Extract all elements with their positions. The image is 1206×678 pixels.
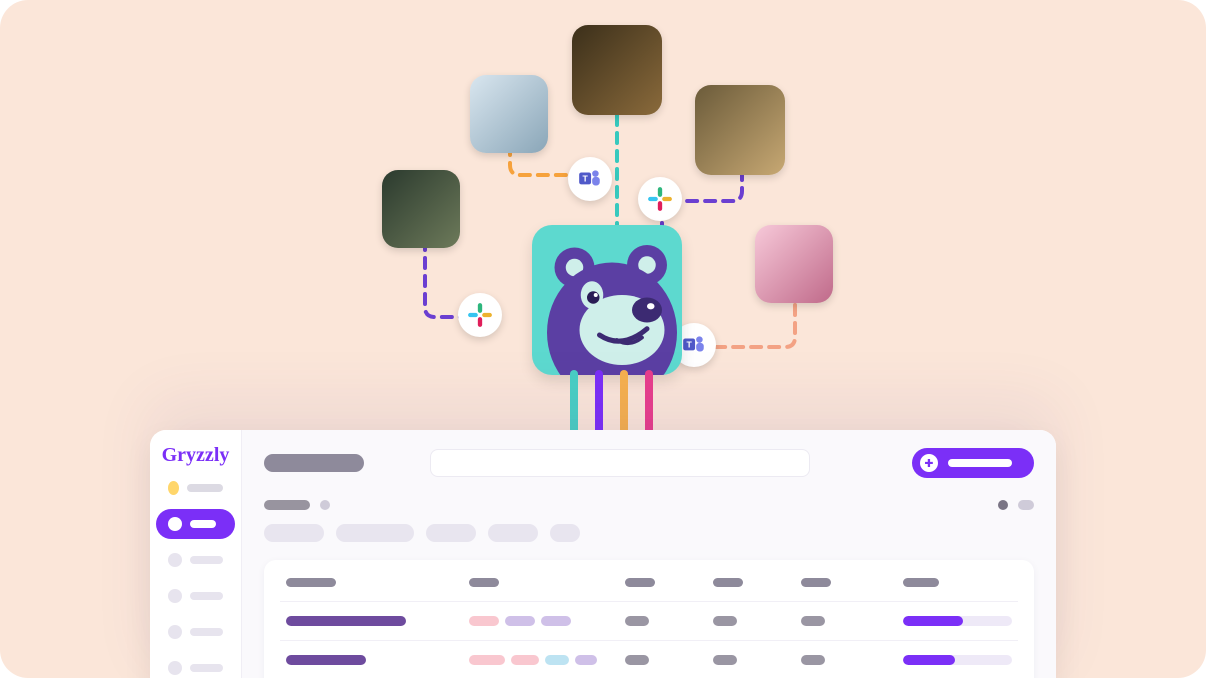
table-row[interactable] <box>280 640 1018 678</box>
sidebar-item-5[interactable] <box>156 653 235 678</box>
data-table <box>264 560 1034 678</box>
table-header <box>280 578 1018 601</box>
svg-text:T: T <box>582 174 588 184</box>
sidebar-item-4[interactable] <box>156 617 235 647</box>
sidebar-item-1[interactable] <box>156 509 235 539</box>
filter-chip[interactable] <box>488 524 538 542</box>
sidebar: Gryzzly <box>150 430 242 678</box>
topbar: + <box>264 448 1034 478</box>
slack-badge-2 <box>638 177 682 221</box>
avatar-2 <box>470 75 548 153</box>
avatar-5 <box>755 225 833 303</box>
svg-text:T: T <box>686 340 692 350</box>
filter-chip[interactable] <box>426 524 476 542</box>
main-panel: + <box>242 430 1056 678</box>
filter-chip[interactable] <box>336 524 414 542</box>
slack-icon <box>467 302 493 328</box>
filter-chip[interactable] <box>264 524 324 542</box>
avatar-4 <box>695 85 785 175</box>
filter-chip[interactable] <box>550 524 580 542</box>
brand-logo: Gryzzly <box>150 430 241 470</box>
avatar-3 <box>572 25 662 115</box>
sidebar-item-0[interactable] <box>156 473 235 503</box>
page-title <box>264 454 364 472</box>
search-input[interactable] <box>430 449 810 477</box>
filter-chips <box>264 524 1034 542</box>
plus-icon: + <box>920 454 938 472</box>
integration-network: T T <box>370 25 850 430</box>
cta-label <box>948 459 1012 467</box>
primary-cta-button[interactable]: + <box>912 448 1034 478</box>
table-row[interactable] <box>280 601 1018 640</box>
avatar-1 <box>382 170 460 248</box>
slack-badge-1 <box>458 293 502 337</box>
teams-icon: T <box>577 166 603 192</box>
sidebar-item-2[interactable] <box>156 545 235 575</box>
sidebar-item-3[interactable] <box>156 581 235 611</box>
teams-icon: T <box>681 332 707 358</box>
slack-icon <box>647 186 673 212</box>
dashboard-window: Gryzzly + <box>150 430 1056 678</box>
sub-header <box>264 500 1034 510</box>
hero-canvas: T T <box>0 0 1206 678</box>
teams-badge-1: T <box>568 157 612 201</box>
gryzzly-mascot <box>532 225 682 375</box>
